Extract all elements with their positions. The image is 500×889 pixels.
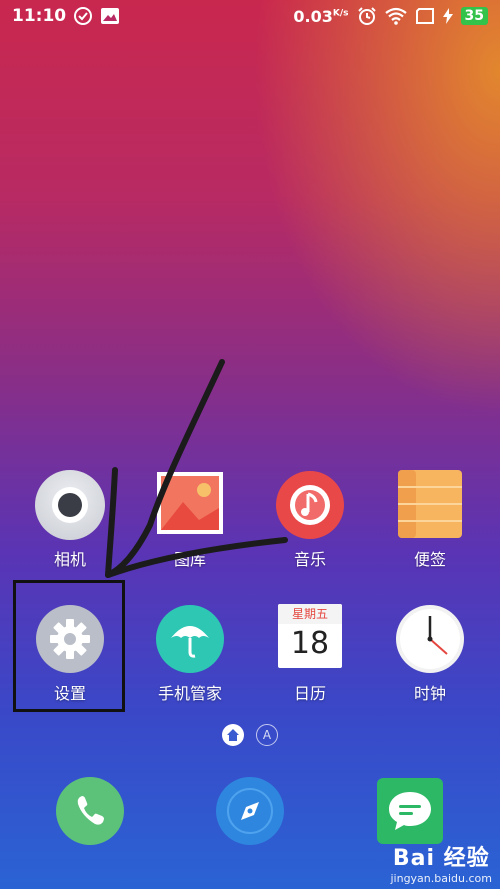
calendar-weekday: 星期五 <box>278 604 342 624</box>
app-music-label: 音乐 <box>293 550 326 569</box>
status-time: 11:10 <box>12 6 67 26</box>
alphabet-page-dot[interactable]: A <box>256 724 278 746</box>
dock-messages[interactable] <box>377 778 447 848</box>
umbrella-icon <box>155 604 225 674</box>
watermark-domain: jingyan.baidu.com <box>390 872 492 885</box>
wifi-icon <box>384 7 407 25</box>
notes-icon <box>395 470 465 540</box>
network-speed-value: 0.03 <box>293 6 333 26</box>
image-notification-icon <box>100 7 120 25</box>
browser-compass-icon <box>216 777 284 845</box>
camera-icon <box>35 470 105 540</box>
app-camera-label: 相机 <box>53 550 86 569</box>
check-circle-icon <box>74 7 93 25</box>
app-clock-label: 时钟 <box>413 684 446 703</box>
charging-bolt-icon <box>442 8 453 24</box>
app-clock[interactable]: 时钟 <box>375 604 485 704</box>
phone-icon <box>56 777 124 845</box>
home-icon <box>227 729 239 741</box>
annotation-arrow <box>105 359 288 578</box>
app-gallery[interactable]: 图库 <box>135 470 245 570</box>
network-speed: 0.03K/s <box>293 7 348 26</box>
messages-icon <box>377 778 443 844</box>
dock-browser[interactable] <box>215 776 285 846</box>
dock-phone[interactable] <box>55 776 125 846</box>
network-speed-unit: K/s <box>332 8 349 19</box>
gallery-icon <box>155 470 225 540</box>
highlight-box-settings <box>13 580 125 712</box>
battery-indicator: 35 <box>460 7 488 25</box>
app-phone-manager-label: 手机管家 <box>157 684 222 703</box>
status-bar: 11:10 0.03K/s 35 <box>0 0 500 32</box>
app-gallery-label: 图库 <box>173 550 206 569</box>
clock-icon <box>395 604 465 674</box>
alarm-icon <box>357 6 377 26</box>
app-notes-label: 便签 <box>413 550 446 569</box>
app-notes[interactable]: 便签 <box>375 470 485 570</box>
calendar-day: 18 <box>290 626 330 661</box>
app-phone-manager[interactable]: 手机管家 <box>135 604 245 704</box>
home-page-dot[interactable] <box>222 724 244 746</box>
app-music[interactable]: 音乐 <box>255 470 365 570</box>
sim-card-icon <box>415 8 435 24</box>
app-calendar-label: 日历 <box>293 684 326 703</box>
baidu-jingyan-watermark: Bai 经验 jingyan.baidu.com <box>390 840 492 885</box>
page-indicator: A <box>0 724 500 746</box>
watermark-brand: Bai 经验 <box>392 846 490 871</box>
app-calendar[interactable]: 星期五 18 日历 <box>255 604 365 704</box>
calendar-icon: 星期五 18 <box>275 604 345 674</box>
music-icon <box>275 470 345 540</box>
app-camera[interactable]: 相机 <box>15 470 125 570</box>
